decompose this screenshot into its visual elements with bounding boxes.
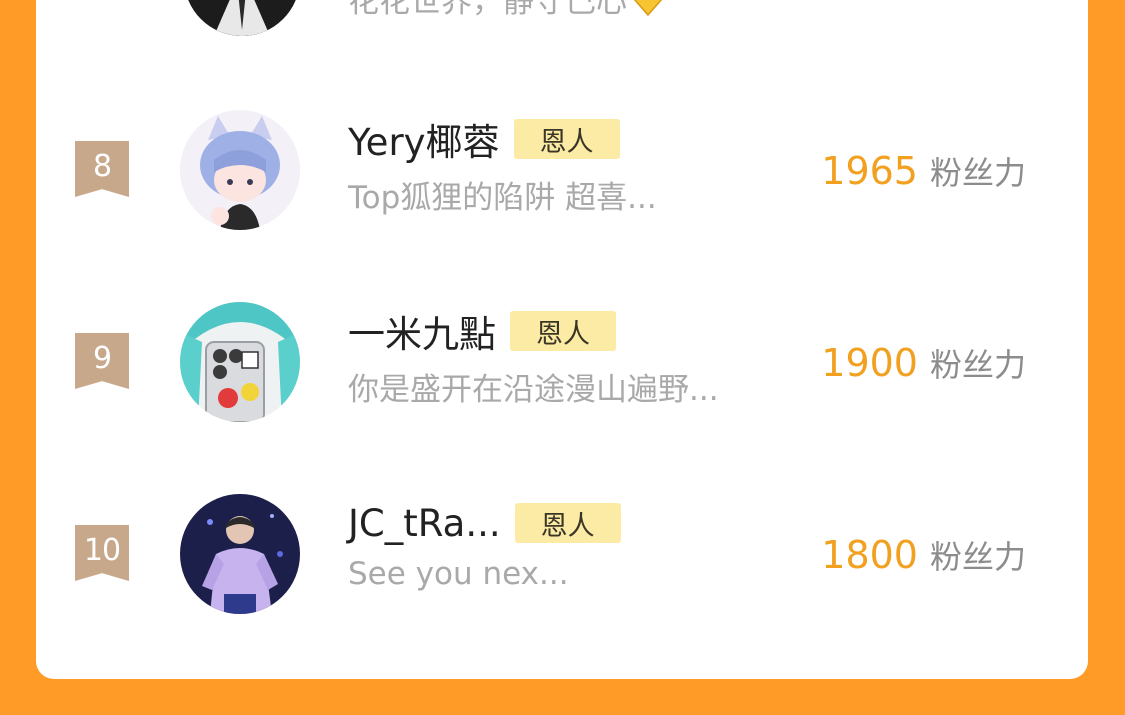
user-avatar[interactable] — [180, 302, 300, 422]
score-value: 1965 — [821, 149, 918, 193]
user-avatar[interactable] — [180, 110, 300, 230]
score-unit: 粉丝力 — [929, 346, 1026, 384]
user-name-line: 一米九點 恩人 — [348, 309, 616, 356]
user-name[interactable]: JC_tRa... — [348, 502, 501, 545]
score-unit: 粉丝力 — [929, 154, 1026, 192]
rank-flag-badge: 10 — [75, 525, 129, 581]
user-name-line: Yery椰蓉 恩人 — [348, 117, 620, 164]
user-signature: See you nex... — [348, 556, 569, 592]
user-signature: 你是盛开在沿途漫山遍野... — [348, 372, 719, 408]
fan-power-score: 1800 粉丝力 — [821, 532, 1026, 578]
user-name-line: JC_tRa... 恩人 — [348, 501, 621, 545]
ranking-row[interactable]: 8 Yery椰蓉 恩人 Top狐狸的陷阱 超喜... 1965 粉丝力 — [36, 100, 1088, 240]
ranking-row[interactable]: 10 JC_tRa... 恩人 See you nex... 1800 粉丝力 — [36, 484, 1088, 624]
user-signature: Top狐狸的陷阱 超喜... — [348, 180, 657, 216]
score-unit: 粉丝力 — [929, 538, 1026, 576]
benefactor-badge: 恩人 — [514, 503, 621, 543]
user-name[interactable]: 一米九點 — [348, 304, 496, 358]
previous-user-avatar[interactable] — [184, 0, 300, 36]
score-value: 1900 — [821, 341, 918, 385]
previous-user-signature: 花花世界，静守己心 — [348, 0, 665, 21]
score-value: 1800 — [821, 533, 918, 577]
rank-flag-badge: 8 — [75, 141, 129, 197]
ranking-row[interactable]: 9 一米九點 恩人 你是盛开在沿途漫山遍野... 1900 粉丝力 — [36, 292, 1088, 432]
rank-flag-badge: 9 — [75, 333, 129, 389]
yellow-heart-icon — [631, 0, 665, 18]
user-name[interactable]: Yery椰蓉 — [348, 112, 500, 166]
benefactor-badge: 恩人 — [510, 311, 616, 351]
fan-ranking-card: 花花世界，静守己心 8 Yery椰蓉 恩人 Top狐狸的陷阱 超喜... 196… — [36, 0, 1088, 679]
user-avatar[interactable] — [180, 494, 300, 614]
fan-power-score: 1900 粉丝力 — [821, 340, 1026, 386]
benefactor-badge: 恩人 — [513, 119, 620, 159]
fan-power-score: 1965 粉丝力 — [821, 148, 1026, 194]
